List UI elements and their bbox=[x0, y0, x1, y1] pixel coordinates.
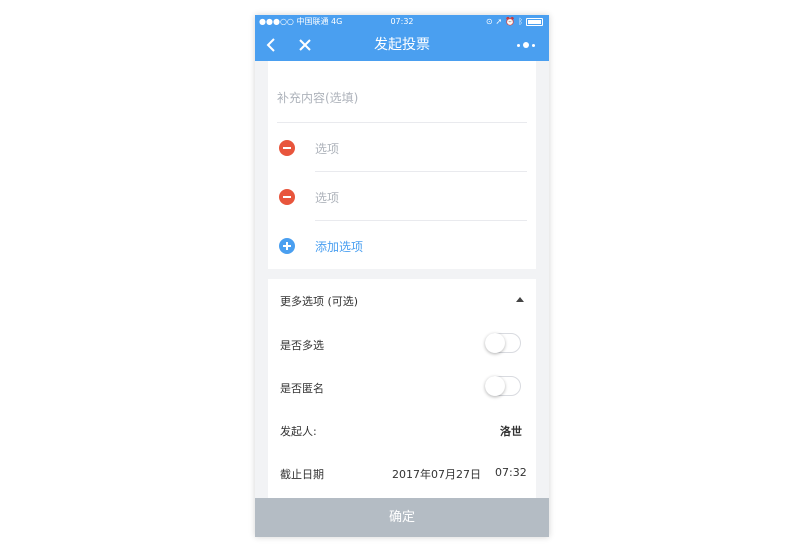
initiator-label: 发起人: bbox=[280, 425, 317, 438]
option-input[interactable]: 选项 bbox=[315, 140, 339, 157]
anonymous-toggle[interactable] bbox=[485, 376, 521, 396]
option-input[interactable]: 选项 bbox=[315, 189, 339, 206]
divider bbox=[315, 220, 527, 221]
remove-option-icon[interactable] bbox=[279, 189, 295, 205]
phone-screen: ●●●○○ 中国联通 4G 07:32 ⊙ ➚ ⏰ ᛒ 发起投票 补充内容(选填… bbox=[255, 15, 549, 537]
more-options-header[interactable]: 更多选项 (可选) bbox=[268, 279, 536, 319]
more-options-title: 更多选项 (可选) bbox=[280, 295, 359, 308]
alarm-icon: ⏰ bbox=[505, 17, 516, 26]
more-options-card: 更多选项 (可选) 是否多选 是否匿名 发起人: 洛世 截止日期 2017年07… bbox=[268, 279, 536, 499]
battery-icon bbox=[526, 18, 543, 26]
confirm-button[interactable]: 确定 bbox=[255, 498, 549, 537]
initiator-value: 洛世 bbox=[500, 425, 522, 438]
location-icon: ➚ bbox=[495, 17, 503, 26]
vote-options-card: 补充内容(选填) 选项 选项 添加选项 bbox=[268, 61, 536, 269]
multi-select-toggle[interactable] bbox=[485, 333, 521, 353]
add-option-icon[interactable] bbox=[279, 238, 295, 254]
status-bar: ●●●○○ 中国联通 4G 07:32 ⊙ ➚ ⏰ ᛒ bbox=[255, 15, 549, 29]
status-icons: ⊙ ➚ ⏰ ᛒ bbox=[486, 15, 543, 29]
anonymous-label: 是否匿名 bbox=[280, 382, 324, 395]
deadline-label: 截止日期 bbox=[280, 468, 324, 481]
nav-bar: 发起投票 bbox=[255, 29, 549, 61]
page-title: 发起投票 bbox=[374, 37, 430, 53]
more-dots-icon[interactable] bbox=[515, 37, 539, 53]
bluetooth-icon: ᛒ bbox=[518, 17, 523, 26]
divider bbox=[277, 122, 527, 123]
supplement-input[interactable]: 补充内容(选填) bbox=[277, 89, 358, 106]
divider bbox=[315, 171, 527, 172]
lock-rotation-icon: ⊙ bbox=[485, 17, 493, 26]
remove-option-icon[interactable] bbox=[279, 140, 295, 156]
deadline-date[interactable]: 2017年07月27日 bbox=[392, 466, 481, 482]
deadline-time[interactable]: 07:32 bbox=[495, 466, 527, 479]
add-option-button[interactable]: 添加选项 bbox=[315, 238, 363, 255]
collapse-arrow-icon bbox=[516, 297, 524, 302]
multi-select-label: 是否多选 bbox=[280, 339, 324, 352]
